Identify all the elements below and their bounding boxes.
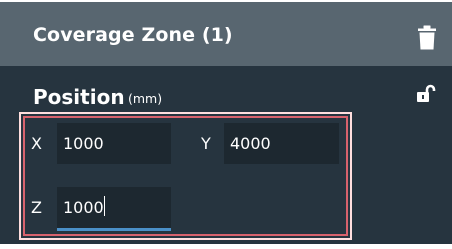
y-input[interactable] bbox=[224, 123, 339, 164]
x-input[interactable] bbox=[57, 123, 171, 164]
trash-icon[interactable] bbox=[418, 25, 436, 50]
bottom-border bbox=[0, 244, 452, 249]
position-section-title: Position bbox=[33, 85, 125, 109]
position-unit: (mm) bbox=[128, 91, 163, 106]
z-input[interactable] bbox=[57, 187, 171, 228]
coverage-zone-panel: Coverage Zone (1) Position (mm) X Y Z bbox=[0, 0, 452, 249]
z-field[interactable] bbox=[57, 187, 171, 231]
panel-header: Coverage Zone (1) bbox=[0, 2, 452, 66]
x-field[interactable] bbox=[57, 123, 171, 164]
y-label: Y bbox=[201, 134, 211, 153]
panel-title: Coverage Zone (1) bbox=[33, 24, 233, 46]
z-label: Z bbox=[31, 198, 42, 217]
y-field[interactable] bbox=[224, 123, 339, 164]
unlocked-padlock-icon[interactable] bbox=[415, 84, 437, 104]
text-caret bbox=[104, 196, 105, 216]
x-label: X bbox=[31, 134, 42, 153]
